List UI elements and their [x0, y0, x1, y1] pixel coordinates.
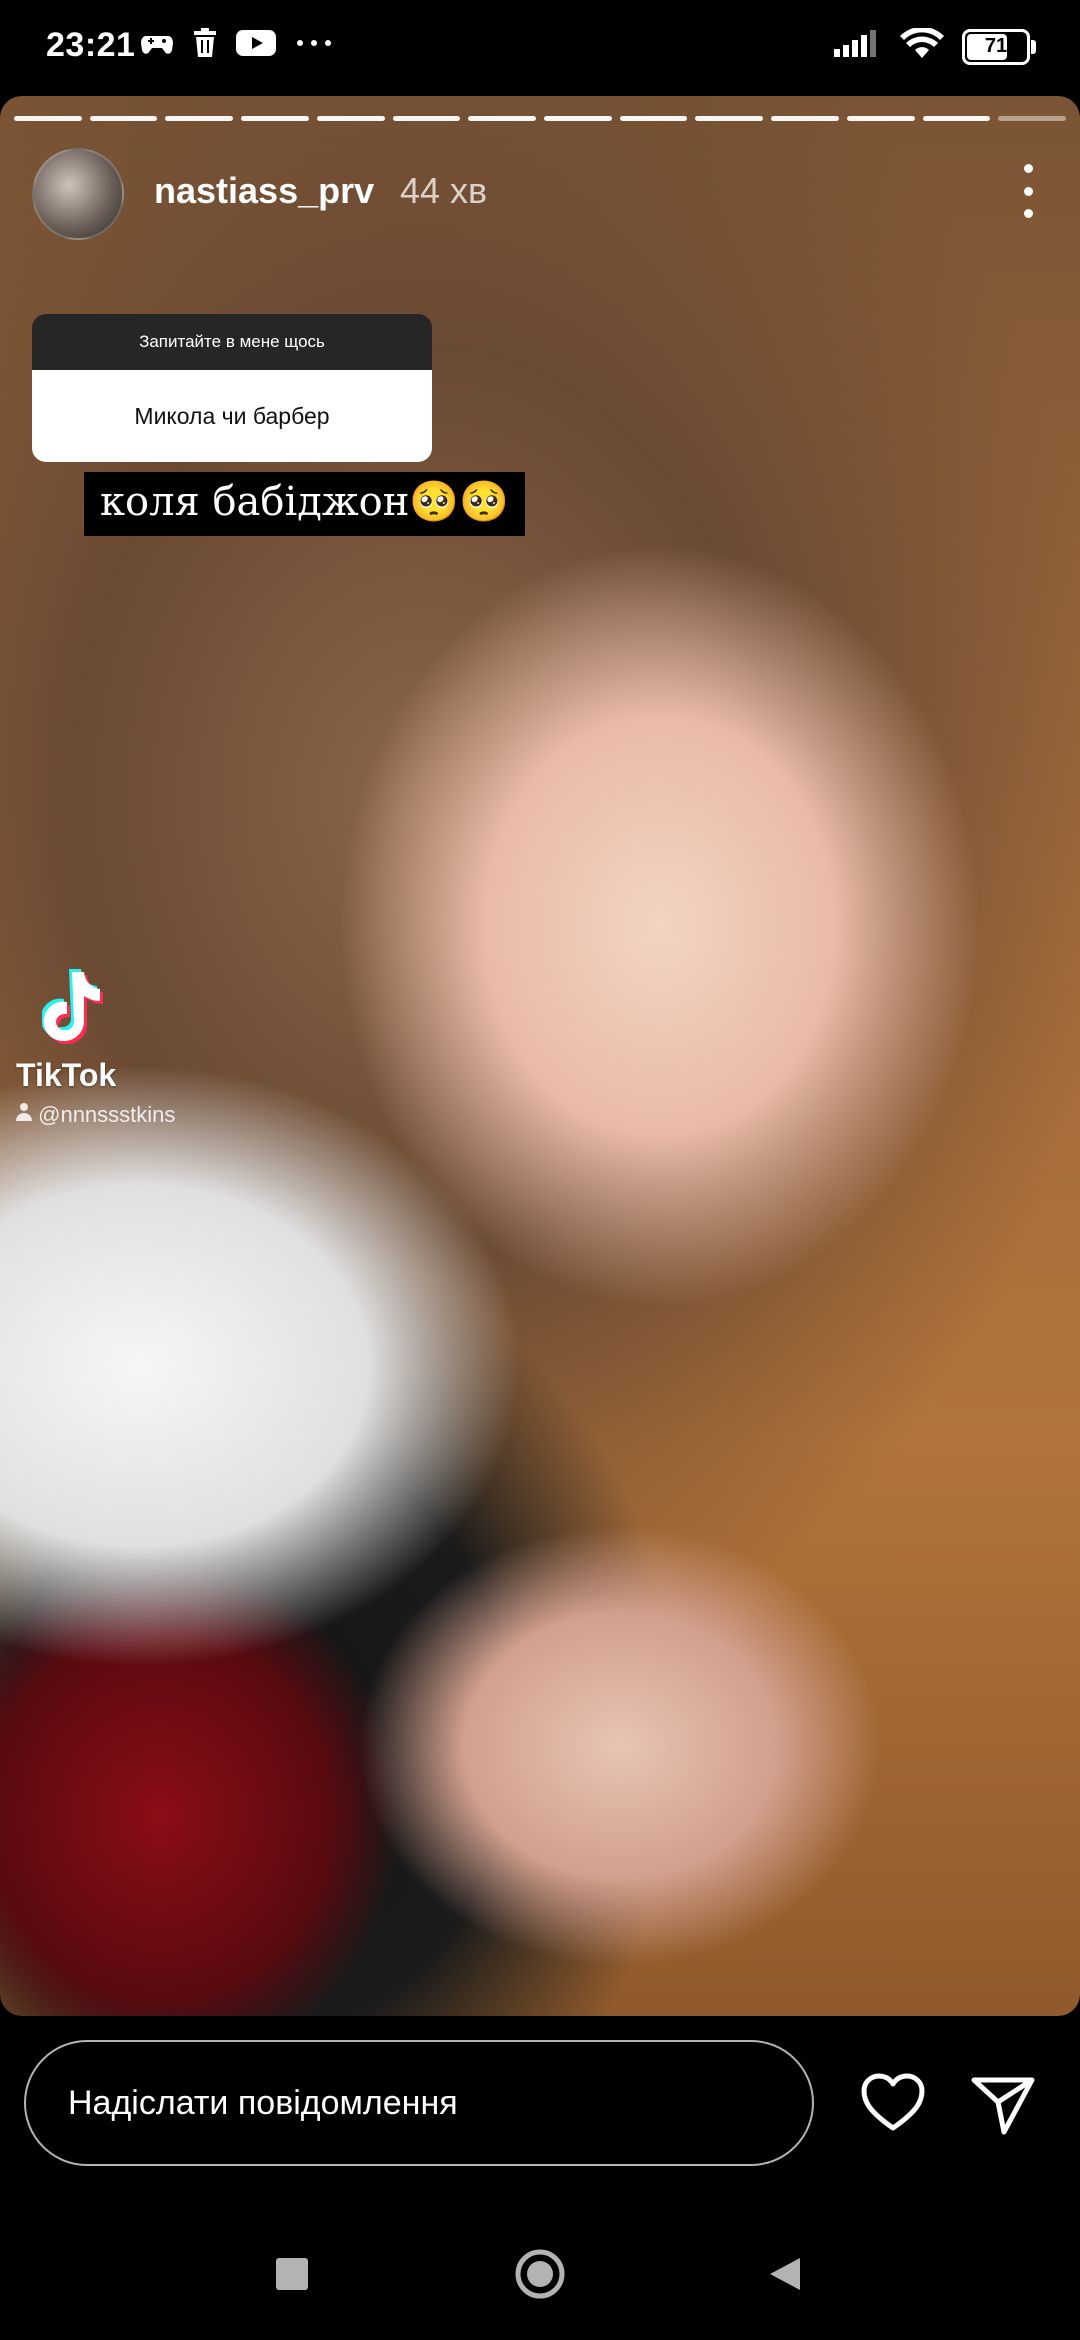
status-bar: 23:21 71 [0, 0, 1080, 96]
message-input[interactable]: Надіслати повідомлення [24, 2040, 814, 2166]
story-progress-segment [771, 116, 839, 121]
heart-icon [861, 2073, 925, 2131]
story-progress-segment [922, 116, 991, 121]
story-progress-bar [14, 116, 1067, 121]
story-caption: коля бабіджон🥺🥺 [84, 472, 526, 536]
tiktok-logo-icon [40, 969, 103, 1045]
system-icons: 71 [834, 26, 1036, 65]
status-time: 23:21 [46, 26, 136, 64]
story-username[interactable]: nastiass_prv [154, 170, 374, 212]
back-triangle-icon [770, 2258, 800, 2290]
story-progress-segment [241, 116, 309, 121]
story-progress-segment [165, 116, 234, 121]
avatar[interactable] [32, 148, 124, 240]
story-time-ago: 44 хв [400, 170, 488, 211]
story-progress-segment [619, 116, 688, 121]
story-progress-segment [846, 116, 915, 121]
story-progress-segment [14, 116, 82, 121]
gamepad-icon [140, 28, 174, 63]
story-progress-segment [544, 116, 612, 121]
signal-icon [834, 29, 882, 64]
send-icon [971, 2077, 1035, 2135]
tiktok-watermark: TikTok @nnnssstkins [16, 968, 175, 1128]
back-button[interactable] [766, 2254, 806, 2294]
tiktok-handle-text: @nnnssstkins [38, 1102, 176, 1127]
recent-apps-button[interactable] [276, 2258, 308, 2290]
question-sticker-answer: Микола чи барбер [32, 370, 432, 462]
story-progress-segment [998, 116, 1067, 121]
battery-level: 71 [984, 35, 1008, 57]
tiktok-handle: @nnnssstkins [16, 1102, 175, 1128]
home-circle-icon [515, 2249, 565, 2299]
user-icon [16, 1103, 32, 1121]
dot-icon [1023, 186, 1033, 196]
story-viewer[interactable]: nastiass_prv 44 хв Запитайте в мене щось… [0, 96, 1080, 2016]
battery-icon: 71 [962, 28, 1036, 65]
story-progress-segment [695, 116, 764, 121]
story-progress-segment [89, 116, 158, 121]
dot-icon [1023, 209, 1033, 218]
notification-icons [140, 28, 334, 63]
more-options-button[interactable] [1016, 164, 1040, 218]
question-sticker[interactable]: Запитайте в мене щось Микола чи барбер [32, 314, 432, 462]
wifi-icon [900, 26, 944, 65]
youtube-icon [236, 28, 276, 63]
like-button[interactable] [860, 2070, 926, 2136]
question-sticker-header: Запитайте в мене щось [32, 314, 432, 370]
dot-icon [1023, 164, 1033, 173]
message-input-placeholder: Надіслати повідомлення [68, 2083, 458, 2122]
trash-icon [192, 28, 218, 63]
more-dots-icon [294, 28, 334, 63]
story-progress-segment [392, 116, 461, 121]
send-button[interactable] [970, 2072, 1036, 2138]
story-progress-segment [468, 116, 537, 121]
story-progress-segment [316, 116, 385, 121]
home-button[interactable] [514, 2248, 566, 2300]
tiktok-brand: TikTok [16, 1057, 117, 1093]
